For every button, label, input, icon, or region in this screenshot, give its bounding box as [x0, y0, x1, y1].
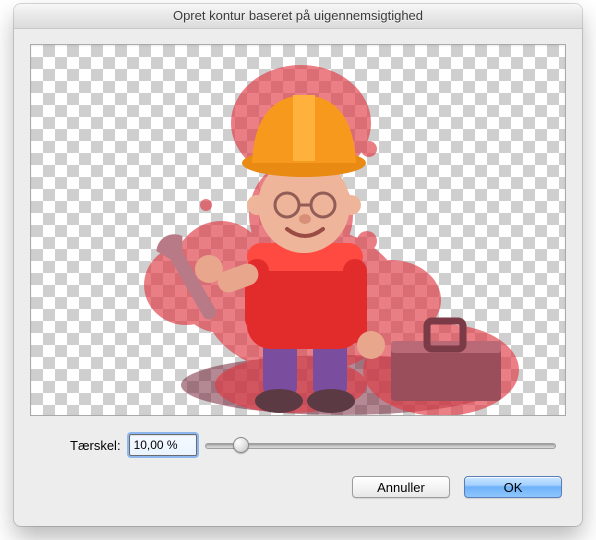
dialog-title: Opret kontur baseret på uigennemsigtighe…: [14, 4, 582, 29]
slider-track: [205, 443, 556, 449]
torso-graphic: [245, 243, 367, 349]
cancel-button[interactable]: Annuller: [352, 476, 450, 498]
preview-canvas: [30, 44, 566, 416]
preview-image: [31, 45, 565, 415]
dialog-window: Opret kontur baseret på uigennemsigtighe…: [14, 4, 582, 526]
threshold-label: Tærskel:: [70, 438, 121, 453]
threshold-input[interactable]: [129, 434, 197, 456]
right-arm-graphic: [357, 331, 385, 359]
slider-thumb[interactable]: [233, 437, 249, 453]
threshold-row: Tærskel:: [70, 434, 556, 456]
ok-button[interactable]: OK: [464, 476, 562, 498]
dialog-content: Tærskel: Annuller OK: [30, 44, 566, 510]
button-row: Annuller OK: [30, 476, 566, 498]
threshold-slider[interactable]: [205, 435, 556, 455]
